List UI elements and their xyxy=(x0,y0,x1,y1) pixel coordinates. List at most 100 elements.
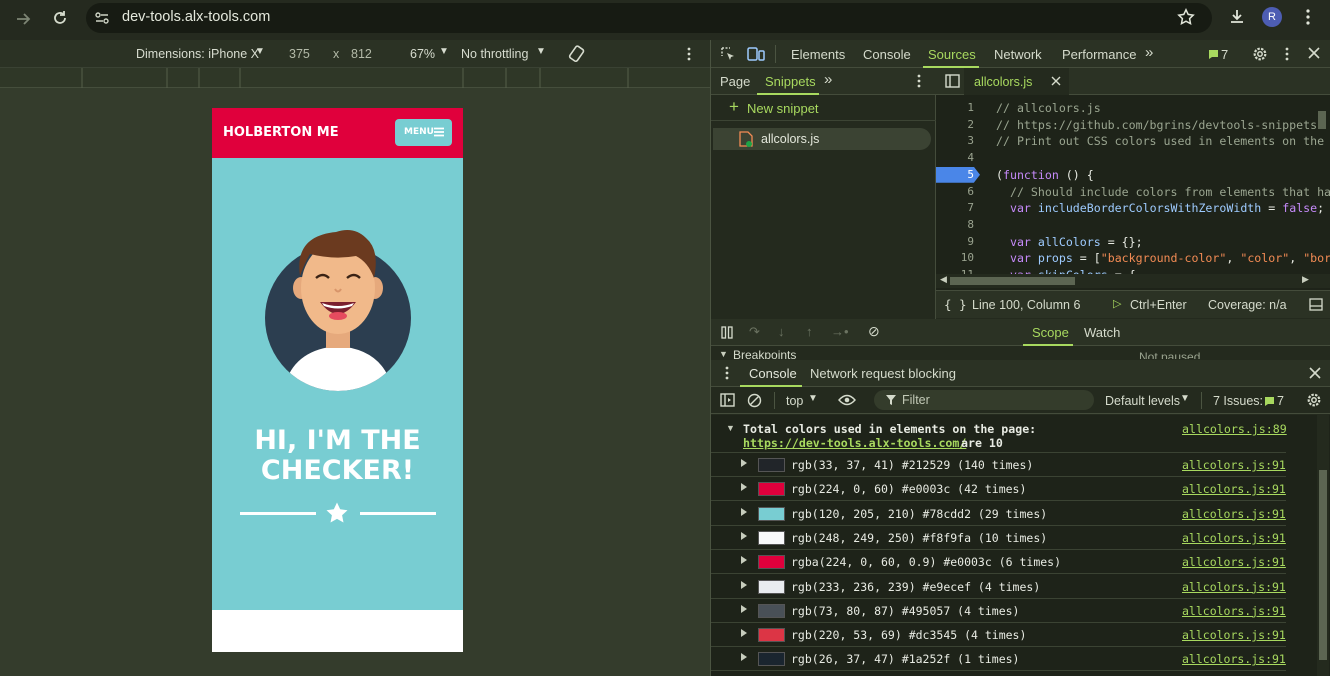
navigator-menu-icon[interactable] xyxy=(917,74,921,88)
code-line[interactable]: 1 // allcolors.js xyxy=(936,100,1316,116)
source-link[interactable]: allcolors.js:91 xyxy=(1182,628,1286,642)
more-nav-tabs-icon[interactable]: » xyxy=(824,71,832,88)
breakpoints-header[interactable]: Breakpoints xyxy=(733,348,796,359)
code-line[interactable]: 2 // https://github.com/bgrins/devtools-s… xyxy=(936,117,1317,133)
line-number[interactable]: 8 xyxy=(936,218,974,231)
scroll-right-icon[interactable]: ▶ xyxy=(1302,274,1309,285)
code-line[interactable]: 3 // Print out CSS colors used in element… xyxy=(936,133,1324,149)
media-query-ruler[interactable] xyxy=(0,68,710,88)
expanded-triangle-icon[interactable]: ▼ xyxy=(726,423,735,433)
more-options-icon[interactable] xyxy=(687,47,691,61)
line-number[interactable]: 1 xyxy=(936,101,974,114)
new-snippet-button[interactable]: + New snippet xyxy=(711,95,936,121)
line-number[interactable]: 7 xyxy=(936,201,974,214)
devtools-menu-icon[interactable] xyxy=(1285,47,1289,61)
close-drawer-icon[interactable] xyxy=(1309,367,1321,379)
code-line[interactable]: 6 // Should include colors from elements… xyxy=(936,184,1330,200)
line-number[interactable]: 5 xyxy=(936,168,974,181)
code-line[interactable]: 4 xyxy=(936,150,1316,166)
tab-watch[interactable]: Watch xyxy=(1084,325,1120,340)
console-color-row[interactable]: rgb(233, 236, 239) #e9ecef (4 times) allc… xyxy=(711,575,1286,599)
line-number[interactable]: 2 xyxy=(936,118,974,131)
browser-menu-icon[interactable] xyxy=(1306,9,1310,25)
line-number[interactable]: 9 xyxy=(936,235,974,248)
reload-icon[interactable] xyxy=(51,9,69,27)
collapse-triangle-icon[interactable]: ▼ xyxy=(719,349,728,359)
editor-tab-allcolors[interactable]: allcolors.js xyxy=(964,68,1069,95)
live-expression-eye-icon[interactable] xyxy=(838,394,856,406)
source-link[interactable]: allcolors.js:91 xyxy=(1182,482,1286,496)
console-filter-input[interactable]: Filter xyxy=(874,390,1094,410)
snippet-item-allcolors[interactable]: allcolors.js xyxy=(713,128,931,150)
tab-network[interactable]: Network xyxy=(994,47,1042,62)
expand-triangle-icon[interactable] xyxy=(741,459,747,467)
group-header-link[interactable]: https://dev-tools.alx-tools.com/ xyxy=(743,436,966,450)
console-color-row[interactable]: rgb(33, 37, 41) #212529 (140 times) allco… xyxy=(711,453,1286,477)
site-settings-icon[interactable] xyxy=(94,10,110,26)
expand-triangle-icon[interactable] xyxy=(741,507,747,516)
tab-performance[interactable]: Performance xyxy=(1062,47,1136,62)
step-out-icon[interactable]: ↑ xyxy=(806,324,813,339)
chevron-down-icon[interactable]: ▼ xyxy=(439,46,449,57)
rotate-icon[interactable] xyxy=(567,44,587,64)
inspect-element-icon[interactable] xyxy=(720,46,736,62)
console-scrollbar[interactable] xyxy=(1317,415,1329,676)
tab-elements[interactable]: Elements xyxy=(791,47,845,62)
run-shortcut[interactable]: Ctrl+Enter xyxy=(1130,298,1187,312)
device-toolbar-toggle-icon[interactable] xyxy=(747,46,765,62)
code-line[interactable]: 9 var allColors = {}; xyxy=(936,234,1316,250)
toggle-navigator-icon[interactable] xyxy=(945,74,960,88)
line-number[interactable]: 6 xyxy=(936,185,974,198)
console-scroll-thumb[interactable] xyxy=(1319,470,1327,660)
code-line[interactable]: 10 var props = ["background-color", "col… xyxy=(936,250,1330,266)
source-link[interactable]: allcolors.js:91 xyxy=(1182,580,1286,594)
pretty-print-icon[interactable]: { } xyxy=(944,297,967,312)
console-color-row[interactable]: rgb(224, 0, 60) #e0003c (42 times) allcol… xyxy=(711,477,1286,502)
expand-triangle-icon[interactable] xyxy=(741,556,747,565)
close-tab-icon[interactable] xyxy=(1051,76,1061,86)
log-levels-dropdown[interactable]: Default levels xyxy=(1105,394,1180,408)
nav-tab-page[interactable]: Page xyxy=(720,74,750,89)
line-number[interactable]: 4 xyxy=(936,151,974,164)
code-line[interactable]: 5 (function () { xyxy=(936,166,1316,183)
console-sidebar-icon[interactable] xyxy=(720,393,735,407)
pause-icon[interactable] xyxy=(721,326,733,339)
run-snippet-icon[interactable]: ▷ xyxy=(1113,297,1121,310)
chevron-down-icon[interactable]: ▼ xyxy=(536,46,546,57)
issues-badge-count[interactable]: 7 xyxy=(1221,47,1228,62)
expand-triangle-icon[interactable] xyxy=(741,604,747,613)
forward-arrow-icon[interactable] xyxy=(14,10,32,28)
step-into-icon[interactable]: ↓ xyxy=(778,324,785,339)
tab-sources[interactable]: Sources xyxy=(928,47,976,62)
more-tabs-icon[interactable]: » xyxy=(1145,44,1153,61)
site-brand[interactable]: HOLBERTON ME xyxy=(223,125,339,140)
deactivate-breakpoints-icon[interactable]: ⊘ xyxy=(868,323,880,340)
editor-hscrollbar[interactable]: ◀ ▶ xyxy=(936,274,1330,288)
code-editor[interactable]: 1 // allcolors.js 2 // https://github.com/b… xyxy=(936,95,1330,290)
zoom-dropdown[interactable]: 67% xyxy=(410,47,435,61)
expand-triangle-icon[interactable] xyxy=(741,483,747,492)
hscroll-thumb[interactable] xyxy=(950,277,1075,285)
context-selector[interactable]: top xyxy=(786,394,803,408)
console-color-row[interactable]: rgba(224, 0, 60, 0.9) #e0003c (6 times) a… xyxy=(711,550,1286,575)
console-color-row[interactable]: rgb(73, 80, 87) #495057 (4 times) allcolo… xyxy=(711,599,1286,623)
tab-scope[interactable]: Scope xyxy=(1032,325,1069,340)
drawer-menu-icon[interactable] xyxy=(725,366,729,380)
settings-gear-icon[interactable] xyxy=(1252,46,1268,62)
issues-message-icon[interactable] xyxy=(1208,49,1219,60)
console-color-row[interactable]: rgb(248, 249, 250) #f8f9fa (10 times) all… xyxy=(711,526,1286,550)
download-icon[interactable] xyxy=(1227,7,1247,27)
chevron-down-icon[interactable]: ▼ xyxy=(1180,393,1190,404)
chevron-down-icon[interactable]: ▼ xyxy=(255,46,265,57)
console-color-row[interactable]: rgb(120, 205, 210) #78cdd2 (29 times) all… xyxy=(711,502,1286,526)
profile-avatar[interactable]: R xyxy=(1262,7,1282,27)
bookmark-star-icon[interactable] xyxy=(1177,8,1195,26)
step-icon[interactable]: →• xyxy=(831,324,849,339)
clear-console-icon[interactable] xyxy=(747,393,762,408)
throttle-dropdown[interactable]: No throttling xyxy=(461,47,528,61)
tab-console[interactable]: Console xyxy=(863,47,911,62)
width-input[interactable]: 375 xyxy=(289,47,310,61)
console-color-row[interactable]: rgb(220, 53, 69) #dc3545 (4 times) allcol… xyxy=(711,623,1286,648)
height-input[interactable]: 812 xyxy=(351,47,372,61)
source-link[interactable]: allcolors.js:91 xyxy=(1182,458,1286,472)
